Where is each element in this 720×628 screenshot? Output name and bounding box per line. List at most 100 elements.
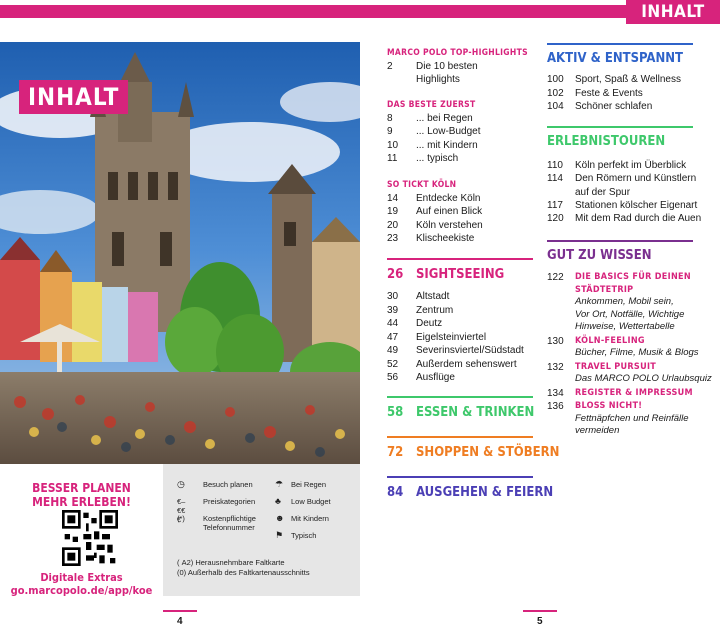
toc-entry-description: Ankommen, Mobil sein, — [575, 296, 674, 307]
toc-label: AUSGEHEN & FEIERN — [416, 485, 554, 500]
toc-entry-title[interactable]: REGISTER & IMPRESSUM — [575, 387, 693, 399]
toc-page: 20 — [387, 219, 399, 231]
toc-entry-title[interactable]: TRAVEL PURSUIT — [575, 361, 656, 373]
toc-chapter-erlebnis[interactable]: ERLEBNISTOUREN — [547, 134, 665, 150]
toc-label: Altstadt — [416, 291, 450, 302]
toc-label: Schöner schlafen — [575, 101, 653, 112]
toc-page[interactable]: 134 — [547, 387, 564, 400]
page-number-left: 4 — [177, 616, 183, 627]
promo-extras-label: Digitale Extras — [40, 571, 123, 584]
toc-page: 104 — [547, 101, 564, 112]
legend-text: Low Budget — [291, 497, 331, 506]
toc-page: 47 — [387, 331, 399, 343]
toc-label: ... mit Kindern — [416, 139, 478, 151]
toc-page[interactable]: 122 — [547, 271, 564, 284]
section-rule — [547, 43, 693, 45]
toc-page: 49 — [387, 345, 399, 356]
section-rule — [547, 240, 693, 242]
toc-section-title: DAS BESTE ZUERST — [387, 100, 476, 110]
toc-label: Deutz — [416, 318, 443, 329]
section-rule — [387, 396, 533, 398]
top-color-bar — [0, 5, 626, 18]
toc-label: Zentrum — [416, 304, 454, 316]
toc-label: Highlights — [416, 74, 460, 85]
page-number-rule — [163, 610, 197, 612]
toc-entry-description: Das MARCO POLO Urlaubsquiz — [575, 373, 712, 384]
toc-page[interactable]: 136 — [547, 400, 564, 413]
page-number-rule — [523, 610, 557, 612]
qr-code-icon[interactable] — [62, 510, 118, 566]
toc-page: 58 — [387, 405, 404, 420]
section-rule — [387, 258, 533, 260]
toc-entry-title[interactable]: KÖLN-FEELING — [575, 335, 645, 347]
promo-line1: BESSER PLANEN — [32, 481, 131, 495]
legend-panel: ◷ Besuch planen €–€€€ Preiskategorien (*… — [163, 464, 360, 596]
toc-chapter-aktiv[interactable]: AKTIV & ENTSPANNT — [547, 51, 683, 67]
legend-text: Preiskategorien — [203, 497, 256, 506]
toc-entry-title[interactable]: BLOSS NICHT! — [575, 400, 642, 412]
toc-label: Stationen kölscher Eigenart — [575, 199, 698, 211]
cologne-photo: INHALT — [0, 42, 360, 464]
promo-line2: MEHR ERLEBEN! — [32, 495, 131, 509]
toc-page: 114 — [547, 173, 563, 185]
toc-label: Sport, Spaß & Wellness — [575, 74, 681, 85]
legend-text: Telefonnummer — [203, 523, 255, 532]
legend-text: Bei Regen — [291, 480, 327, 489]
toc-page: 19 — [387, 206, 399, 218]
toc-label: Außerdem sehenswert — [416, 358, 517, 370]
toc-label: Klischeekiste — [416, 232, 475, 244]
toc-label: Feste & Events — [575, 87, 643, 99]
toc-label: Auf einen Blick — [416, 206, 483, 218]
map-note-1: ( A2) Herausnehmbare Faltkarte — [177, 558, 285, 567]
toc-label: Eigelsteinviertel — [416, 331, 487, 343]
toc-label: SIGHTSEEING — [416, 267, 505, 282]
toc-page: 102 — [547, 87, 564, 99]
toc-entry-description: Fettnäpfchen und Reinfälle — [575, 412, 689, 424]
legend-text: Typisch — [291, 531, 317, 540]
flag-icon: ⚑ — [275, 530, 284, 540]
clock-icon: ◷ — [177, 479, 185, 489]
section-rule — [547, 126, 693, 128]
toc-label: Entdecke Köln — [416, 193, 481, 204]
legend-text: Mit Kindern — [291, 514, 329, 523]
promo-url[interactable]: go.marcopolo.de/app/koe — [0, 584, 163, 597]
toc-label: Den Römern und Künstlern — [575, 173, 697, 185]
section-rule — [387, 436, 533, 438]
toc-page[interactable]: 130 — [547, 335, 564, 348]
toc-page: 100 — [547, 74, 564, 85]
family-icon: ☻ — [275, 513, 285, 523]
toc-section-title: MARCO POLO TOP-HIGHLIGHTS — [387, 48, 528, 58]
toc-label: Severinsviertel/Südstadt — [416, 345, 524, 356]
piggy-bank-icon: ♣ — [275, 496, 281, 506]
toc-label: ESSEN & TRINKEN — [416, 405, 535, 420]
toc-page: 56 — [387, 372, 399, 383]
inhalt-badge: INHALT — [19, 80, 129, 114]
toc-label: SHOPPEN & STÖBERN — [416, 445, 560, 460]
toc-page[interactable]: 132 — [547, 361, 564, 374]
umbrella-icon: ☂ — [275, 479, 284, 489]
toc-page: 52 — [387, 358, 399, 370]
toc-page: 23 — [387, 232, 399, 244]
toc-page: 30 — [387, 291, 399, 302]
toc-page: 14 — [387, 193, 399, 204]
toc-label: Mit dem Rad durch die Auen — [575, 213, 702, 225]
toc-page: 39 — [387, 304, 399, 316]
legend-text: Kostenpflichtige — [203, 514, 256, 523]
toc-section-title: SO TICKT KÖLN — [387, 180, 457, 190]
toc-page: 72 — [387, 445, 404, 460]
toc-page: 10 — [387, 139, 399, 151]
asterisk-icon: (*) — [177, 514, 185, 523]
toc-entry-description: Hinweise, Wettertabelle — [575, 321, 675, 332]
toc-page: 11 — [387, 152, 398, 164]
toc-entry-title: STÄDTETRIP — [575, 284, 634, 295]
toc-label: ... bei Regen — [416, 113, 473, 124]
map-note-2: (0) Außerhalb des Faltkartenausschnitts — [177, 568, 310, 577]
toc-label: Ausflüge — [416, 372, 455, 383]
toc-label: auf der Spur — [575, 186, 631, 198]
toc-entry-description: Vor Ort, Notfälle, Wichtige — [575, 308, 685, 320]
promo-headline: BESSER PLANEN MEHR ERLEBEN! — [0, 481, 163, 509]
toc-entry-title[interactable]: DIE BASICS FÜR DEINEN — [575, 271, 691, 283]
legend-text: Besuch planen — [203, 480, 253, 489]
toc-label: Köln verstehen — [416, 219, 483, 231]
toc-chapter-gut-zu-wissen[interactable]: GUT ZU WISSEN — [547, 248, 651, 264]
